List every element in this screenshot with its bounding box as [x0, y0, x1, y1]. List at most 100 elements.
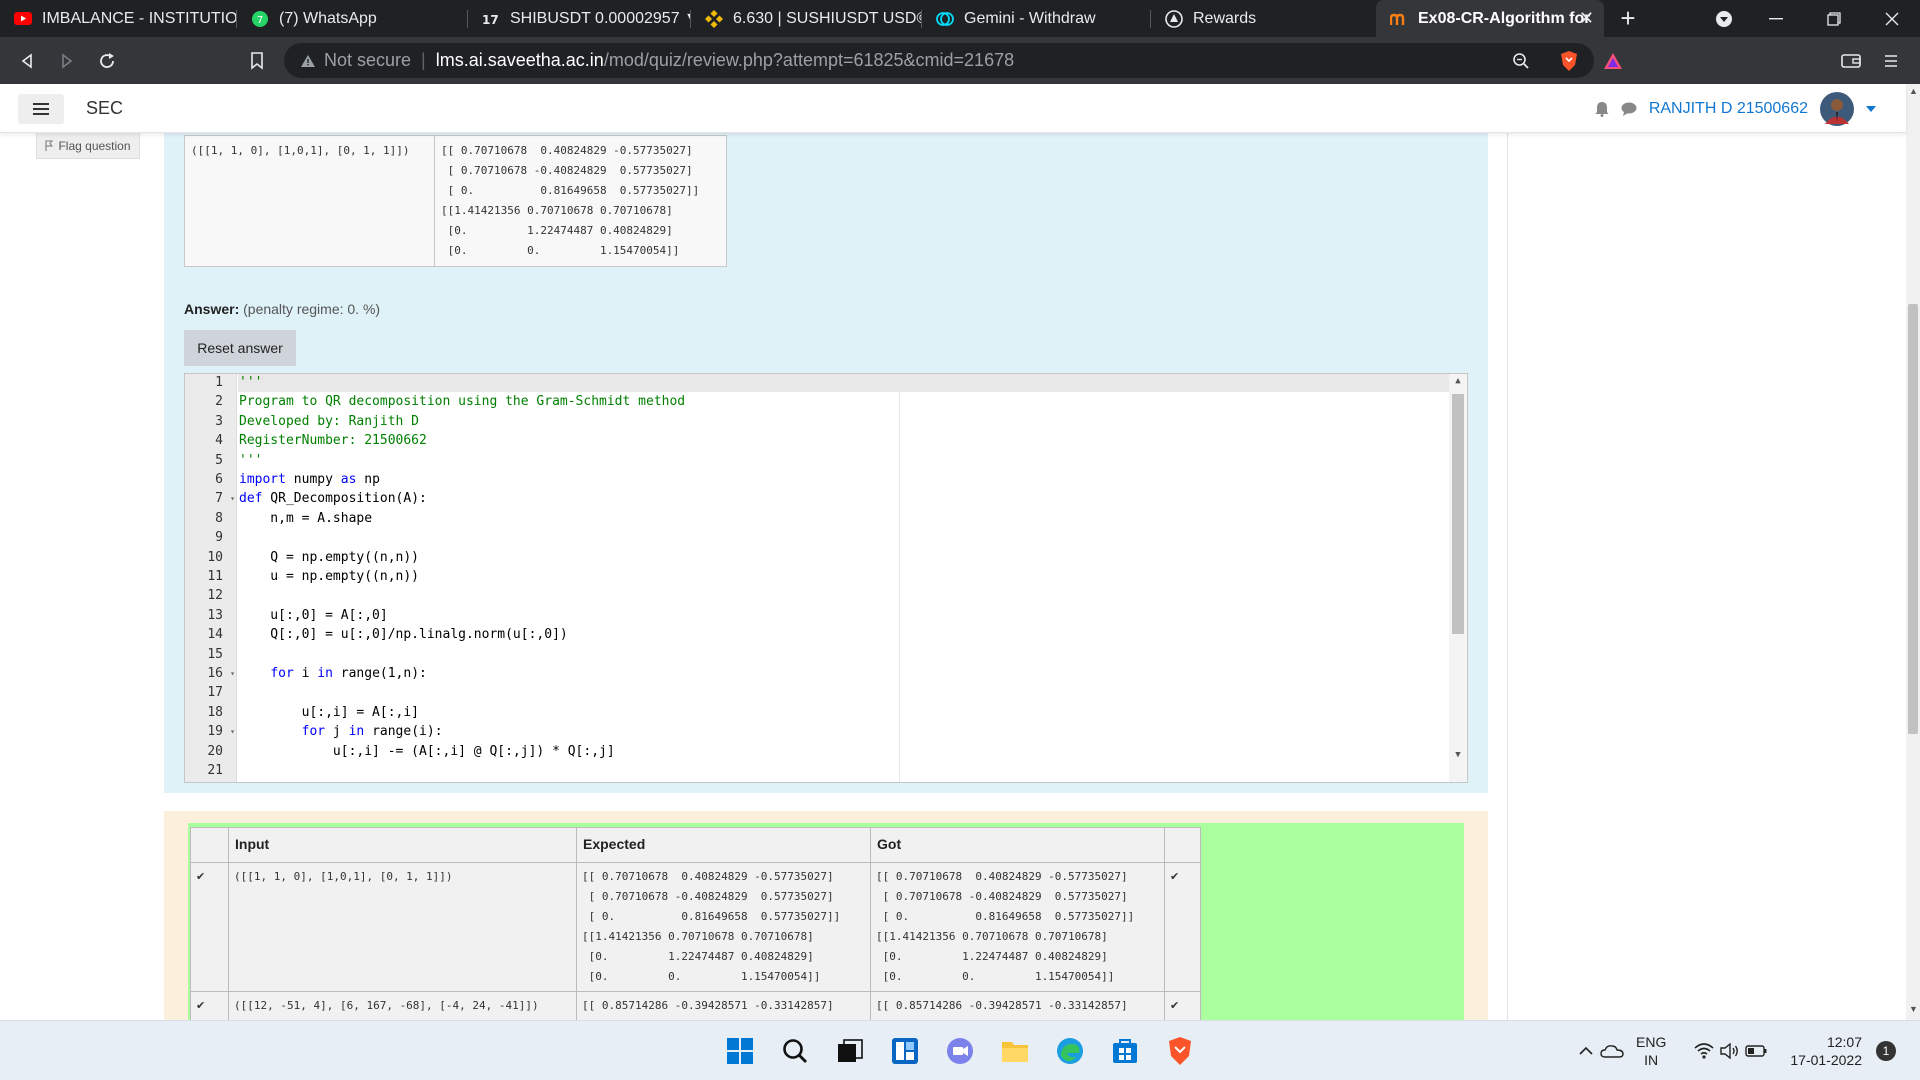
user-name[interactable]: RANJITH D 21500662 — [1649, 100, 1808, 118]
notification-badge[interactable]: 1 — [1876, 1041, 1896, 1061]
close-tab-icon[interactable]: ✕ — [1579, 8, 1594, 29]
page-scrollbar[interactable]: ▲ ▼ — [1906, 84, 1920, 1020]
chevron-down-icon[interactable] — [1866, 106, 1876, 112]
browser-menu-icon[interactable] — [1876, 46, 1906, 76]
new-tab-button[interactable]: + — [1604, 0, 1652, 37]
expected-header: Expected — [576, 827, 871, 863]
task-view-icon[interactable] — [834, 1035, 866, 1067]
address-separator: | — [421, 50, 426, 70]
block-divider — [1507, 133, 1508, 1020]
tab-title: 6.630 | SUSHIUSDT USD©-P — [733, 9, 921, 27]
zoom-icon[interactable] — [1506, 46, 1536, 76]
onedrive-icon[interactable] — [1596, 1035, 1628, 1067]
back-icon[interactable] — [12, 46, 42, 76]
windows-start-icon[interactable] — [724, 1035, 756, 1067]
browser-tab-tradingview[interactable]: 17 SHIBUSDT 0.00002957 ▼ - — [468, 0, 690, 37]
answer-label: Answer: — [184, 301, 240, 317]
code-line[interactable]: u[:,i] = A[:,i] — [239, 704, 419, 722]
svg-text:7: 7 — [257, 15, 263, 26]
code-line[interactable]: def QR_Decomposition(A): — [239, 490, 427, 508]
store-icon[interactable] — [1109, 1035, 1141, 1067]
fold-arrow-icon[interactable]: ▾ — [230, 723, 235, 741]
code-editor[interactable]: 1234567▾8910111213141516▾171819▾202122 '… — [184, 373, 1468, 783]
code-line[interactable]: u = np.empty((n,n)) — [239, 568, 419, 586]
address-bar[interactable]: Not secure | lms.ai.saveetha.ac.in /mod/… — [284, 43, 1594, 78]
scroll-down-icon[interactable]: ▼ — [1449, 750, 1467, 760]
windows-taskbar: ENG IN 12:07 17-01-2022 1 — [0, 1020, 1920, 1080]
site-name[interactable]: SEC — [86, 98, 123, 119]
close-window-icon[interactable] — [1864, 0, 1920, 37]
code-line[interactable]: Q[:,0] = u[:,0]/np.linalg.norm(u[:,0]) — [239, 626, 567, 644]
result-got-cell: [[ 0.70710678 0.40824829 -0.57735027] [ … — [870, 862, 1165, 992]
hamburger-icon — [33, 103, 49, 115]
editor-scrollbar[interactable]: ▲ ▼ — [1449, 374, 1467, 782]
language-indicator[interactable]: ENG IN — [1636, 1033, 1666, 1069]
avatar[interactable] — [1820, 92, 1854, 126]
line-number: 16 ▾ — [207, 665, 235, 683]
flag-question-button[interactable]: Flag question — [36, 133, 140, 159]
editor-scroll-thumb[interactable] — [1452, 394, 1464, 634]
code-line[interactable]: u[:,i] -= (A[:,i] @ Q[:,j]) * Q[:,j] — [239, 743, 615, 761]
scroll-up-icon[interactable]: ▲ — [1909, 86, 1918, 96]
browser-tab-gemini[interactable]: Gemini - Withdraw — [922, 0, 1150, 37]
code-line[interactable]: for j in range(i): — [239, 723, 443, 741]
browser-tab-youtube[interactable]: IMBALANCE - INSTITUTION — [0, 0, 236, 37]
reset-answer-button[interactable]: Reset answer — [184, 330, 296, 366]
page-scroll-thumb[interactable] — [1908, 304, 1918, 734]
system-clock[interactable]: 12:07 17-01-2022 — [1786, 1033, 1862, 1069]
code-line[interactable]: RegisterNumber: 21500662 — [239, 432, 427, 450]
result-got-cell: [[ 0.85714286 -0.39428571 -0.33142857] — [870, 991, 1165, 1020]
user-menu[interactable]: RANJITH D 21500662 — [1595, 92, 1876, 126]
scroll-down-icon[interactable]: ▼ — [1909, 1004, 1918, 1014]
fold-arrow-icon[interactable]: ▾ — [230, 490, 235, 508]
line-number: 18 — [207, 704, 223, 720]
widgets-icon[interactable] — [889, 1035, 921, 1067]
code-line[interactable]: Developed by: Ranjith D — [239, 413, 419, 431]
rewards-icon — [1165, 9, 1183, 28]
brave-rewards-icon[interactable] — [1598, 46, 1628, 76]
edge-icon[interactable] — [1054, 1035, 1086, 1067]
line-number: 13 — [207, 607, 223, 623]
code-line[interactable]: for i in range(1,n): — [239, 665, 427, 683]
search-icon[interactable] — [779, 1035, 811, 1067]
scroll-up-icon[interactable]: ▲ — [1449, 376, 1467, 386]
code-line[interactable]: Q = np.empty((n,n)) — [239, 549, 419, 567]
chat-icon[interactable] — [1621, 102, 1637, 116]
brave-shields-icon[interactable] — [1554, 46, 1584, 76]
line-number: 17 — [207, 685, 223, 701]
browser-tab-binance[interactable]: 6.630 | SUSHIUSDT USD©-P — [691, 0, 921, 37]
flag-icon — [45, 140, 54, 151]
tab-search-icon[interactable] — [1696, 0, 1752, 37]
code-line[interactable]: Program to QR decomposition using the Gr… — [239, 393, 685, 411]
code-line[interactable]: import numpy as np — [239, 471, 380, 489]
code-line[interactable]: u[:,0] = A[:,0] — [239, 607, 387, 625]
code-line[interactable]: n,m = A.shape — [239, 510, 372, 528]
flag-question-label: Flag question — [58, 138, 131, 153]
minimize-icon[interactable] — [1748, 0, 1804, 37]
browser-tab-rewards[interactable]: Rewards — [1151, 0, 1375, 37]
nav-drawer-button[interactable] — [18, 94, 64, 124]
line-number: 2 — [215, 394, 223, 410]
result-feedback-box: Input Expected Got ✔ ([[1, 1, 0], [1,0,1… — [164, 811, 1488, 1020]
teams-chat-icon[interactable] — [944, 1035, 976, 1067]
battery-icon[interactable] — [1740, 1035, 1772, 1067]
wallet-icon[interactable] — [1836, 46, 1866, 76]
browser-tab-whatsapp[interactable]: 7 (7) WhatsApp — [237, 0, 467, 37]
fold-arrow-icon[interactable]: ▾ — [230, 665, 235, 683]
file-explorer-icon[interactable] — [999, 1035, 1031, 1067]
result-pass-panel: Input Expected Got ✔ ([[1, 1, 0], [1,0,1… — [188, 823, 1464, 1020]
brave-browser-icon[interactable] — [1164, 1035, 1196, 1067]
bookmark-icon[interactable] — [242, 46, 272, 76]
code-line[interactable]: ''' — [239, 452, 262, 470]
bell-icon[interactable] — [1595, 101, 1609, 117]
pass-tick-icon: ✔ — [190, 991, 229, 1020]
tab-title: IMBALANCE - INSTITUTION — [42, 9, 236, 27]
page-content: Flag question ([[1, 1, 0], [1,0,1], [0, … — [0, 133, 1906, 1020]
browser-tab-active-quiz[interactable]: Ex08-CR-Algorithm for ✕ — [1376, 0, 1604, 37]
code-line[interactable]: Q[:,i] = u[:,i]/np.linalg.norm(u[:,i]) — [239, 781, 599, 782]
restore-icon[interactable] — [1806, 0, 1862, 37]
forward-icon[interactable] — [52, 46, 82, 76]
reload-icon[interactable] — [92, 46, 122, 76]
table-row: ✔ ([[12, -51, 4], [6, 167, -68], [-4, 24… — [190, 991, 1201, 1020]
code-line[interactable]: ''' — [239, 374, 262, 392]
